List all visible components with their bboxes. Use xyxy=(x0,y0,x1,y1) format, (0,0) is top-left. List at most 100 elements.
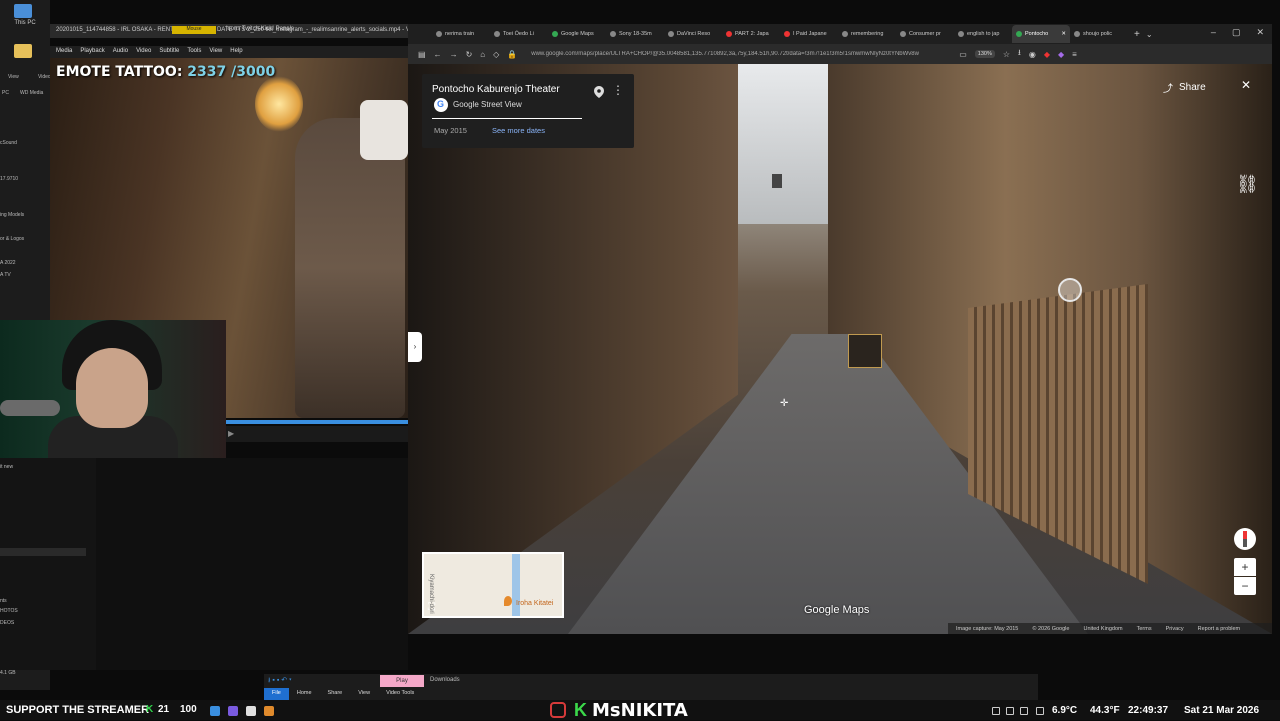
expand-panel-chevron-icon[interactable]: › xyxy=(408,332,422,362)
menu-view[interactable]: View xyxy=(209,48,222,56)
sidebar-icon[interactable]: ▤ xyxy=(418,50,426,59)
emote-tattoo-counter: EMOTE TATTOO: 2337 /3000 xyxy=(56,64,275,80)
browser-tab[interactable]: PART 2: Japa xyxy=(722,25,780,43)
taskbar-app-icon[interactable] xyxy=(228,706,238,716)
strip-item[interactable]: PC xyxy=(2,90,9,96)
forward-icon[interactable]: → xyxy=(450,50,458,59)
browser-tab[interactable]: shoujo polic xyxy=(1070,25,1128,43)
strip-item[interactable]: or & Logos xyxy=(0,236,24,242)
downloads-icon[interactable]: ⭳ xyxy=(1018,47,1021,61)
clock[interactable]: 22:49:37 xyxy=(1128,705,1168,716)
menu-help[interactable]: Help xyxy=(230,48,242,56)
more-options-icon[interactable]: ⋮ xyxy=(612,84,624,96)
privacy-link[interactable]: Privacy xyxy=(1166,626,1184,632)
fullscreen-icon[interactable]: ⛶ xyxy=(428,602,435,613)
bookmark-icon[interactable]: ☆ xyxy=(1003,50,1010,59)
extension-icon[interactable]: ◆ xyxy=(1044,50,1050,59)
place-title[interactable]: Pontocho Kaburenjo Theater xyxy=(432,84,560,95)
menu-subtitle[interactable]: Subtitle xyxy=(159,48,179,56)
strip-item[interactable]: A TV xyxy=(0,272,11,278)
menu-icon[interactable]: ≡ xyxy=(1072,50,1077,59)
region-link[interactable]: United Kingdom xyxy=(1083,626,1122,632)
taskbar-app-icon[interactable] xyxy=(210,706,220,716)
strip-item[interactable]: ing Models xyxy=(0,212,24,218)
close-window-icon[interactable]: ✕ xyxy=(1256,27,1264,38)
lock-icon[interactable]: 🔒 xyxy=(507,50,517,59)
this-pc-icon[interactable]: This PC xyxy=(4,4,46,26)
location-pin-icon[interactable] xyxy=(594,86,604,98)
strip-item[interactable]: Video xyxy=(38,74,51,80)
browser-tab[interactable]: english to jap xyxy=(954,25,1012,43)
extension-icon[interactable]: ◆ xyxy=(1058,50,1064,59)
extension-icon[interactable]: ◉ xyxy=(1029,50,1036,59)
strip-item[interactable]: HOTOS xyxy=(0,608,18,614)
date[interactable]: Sat 21 Mar 2026 xyxy=(1184,705,1259,716)
reload-icon[interactable]: ↻ xyxy=(466,50,473,59)
ribbon-tab-file[interactable]: File xyxy=(264,688,289,700)
menu-tools[interactable]: Tools xyxy=(187,48,201,56)
menu-media[interactable]: Media xyxy=(56,48,72,56)
browser-tab[interactable]: Google Maps xyxy=(548,25,606,43)
navigation-target-icon[interactable] xyxy=(1058,278,1082,302)
minimize-icon[interactable]: – xyxy=(1211,27,1216,38)
see-more-dates-link[interactable]: See more dates xyxy=(492,126,545,135)
ribbon-tab-share[interactable]: Share xyxy=(320,688,351,700)
taskbar-app-icon[interactable] xyxy=(264,706,274,716)
panel-tab-highlight[interactable]: Mouse xyxy=(172,26,216,34)
tray-icon[interactable] xyxy=(1020,707,1028,715)
tray-icon[interactable] xyxy=(1006,707,1014,715)
tray-icon[interactable] xyxy=(1036,707,1044,715)
menu-playback[interactable]: Playback xyxy=(80,48,104,56)
back-icon[interactable]: ← xyxy=(434,50,442,59)
close-tab-icon[interactable]: ✕ xyxy=(1061,31,1066,37)
link-icon[interactable]: ⛓ xyxy=(1236,174,1259,196)
ribbon-tab-video-tools[interactable]: Video Tools xyxy=(378,688,422,700)
ribbon-tab-view[interactable]: View xyxy=(350,688,378,700)
vlc-controls[interactable]: ▶ xyxy=(226,426,408,442)
strip-item[interactable]: View xyxy=(8,74,19,80)
browser-tab[interactable]: nerima train xyxy=(432,25,490,43)
report-problem-link[interactable]: Report a problem xyxy=(1198,626,1241,632)
browser-tab-active[interactable]: Pontocho ✕ xyxy=(1012,25,1070,43)
taskbar-app-icon[interactable] xyxy=(246,706,256,716)
reader-icon[interactable]: ▭ xyxy=(959,50,967,59)
share-button[interactable]: ⤴ Share xyxy=(1163,76,1221,98)
zoom-out-button[interactable]: − xyxy=(1234,577,1256,595)
strip-item[interactable]: WD Media xyxy=(20,90,43,96)
play-tab[interactable]: Play xyxy=(380,675,424,687)
strip-item[interactable]: 17.9710 xyxy=(0,176,18,182)
close-street-view-icon[interactable]: ✕ xyxy=(1238,78,1254,94)
url-field[interactable]: www.google.com/maps/place/ULTRA+CHOP/@35… xyxy=(531,51,951,57)
play-icon[interactable]: ▶ xyxy=(228,429,234,438)
browser-tab[interactable]: remembering xyxy=(838,25,896,43)
new-tab-icon[interactable]: + xyxy=(1128,29,1146,40)
strip-item[interactable]: nts xyxy=(0,598,7,604)
tab-list-icon[interactable]: ⌄ xyxy=(1146,30,1153,39)
menu-video[interactable]: Video xyxy=(136,48,151,56)
maximize-icon[interactable]: ▢ xyxy=(1232,27,1241,38)
browser-tab[interactable]: Toei Ōedo Li xyxy=(490,25,548,43)
terms-link[interactable]: Terms xyxy=(1137,626,1152,632)
menu-audio[interactable]: Audio xyxy=(113,48,128,56)
browser-tab[interactable]: Sony 18-35m xyxy=(606,25,664,43)
home-icon[interactable]: ⌂ xyxy=(480,50,485,59)
street-view-panorama[interactable]: Pontocho Kaburenjo Theater G Google Stre… xyxy=(408,64,1272,634)
zoom-in-button[interactable]: + xyxy=(1234,558,1256,576)
folder-icon[interactable] xyxy=(4,44,46,58)
quick-access-icons[interactable]: ⭳ ▪ ▪ ↶ ▾ xyxy=(268,676,292,687)
strip-item[interactable]: A 2022 xyxy=(0,260,16,266)
mini-map[interactable]: Kiyamachi-dori Iroha Kitatei xyxy=(422,552,564,618)
emote-count: 2337 /3000 xyxy=(187,64,276,80)
vlc-seek-bar[interactable] xyxy=(226,420,408,424)
browser-tab[interactable]: Consumer pr xyxy=(896,25,954,43)
zoom-level[interactable]: 130% xyxy=(974,50,995,58)
ribbon-tab-home[interactable]: Home xyxy=(289,688,320,700)
browser-tab[interactable]: DaVinci Reso xyxy=(664,25,722,43)
tray-icon[interactable] xyxy=(992,707,1000,715)
shield-icon[interactable]: ◇ xyxy=(493,50,499,59)
instagram-icon xyxy=(550,702,566,718)
strip-item[interactable]: it new xyxy=(0,464,13,470)
strip-item[interactable]: DEOS xyxy=(0,620,14,626)
strip-item[interactable]: cSound xyxy=(0,140,17,146)
browser-tab[interactable]: I Paid Japane xyxy=(780,25,838,43)
